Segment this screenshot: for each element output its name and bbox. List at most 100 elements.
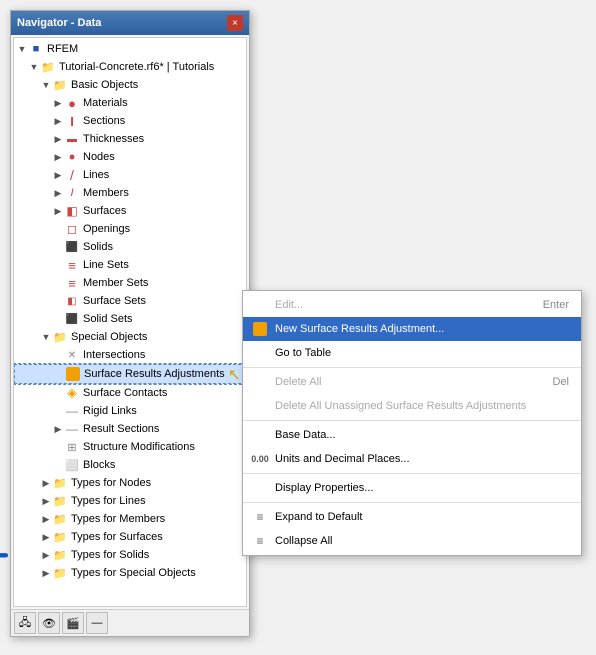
material-icon: ● [64,95,80,111]
line-icon: / [64,167,80,183]
goto-table-label: Go to Table [275,347,331,359]
members-label: Members [83,187,129,199]
special-objects-label: Special Objects [71,331,147,343]
tree-item-membersets[interactable]: ≡ Member Sets [14,274,246,292]
expander-structmod [52,441,64,453]
opening-icon: ◻ [64,221,80,237]
units-icon: 0.00 [251,450,269,468]
expander-types-special [40,567,52,579]
types-special-icon: 📁 [52,565,68,581]
toolbar-btn-render[interactable]: 🎬 [62,612,84,634]
tree-item-rfem[interactable]: ■ RFEM [14,40,246,58]
linesets-label: Line Sets [83,259,129,271]
ctx-item-goto-table[interactable]: Go to Table [243,341,581,365]
rigidlink-icon: — [64,403,80,419]
tree-item-special-objects[interactable]: Special Objects [14,328,246,346]
title-bar: Navigator - Data × [11,11,249,35]
blue-arrow: ➜ [0,535,10,577]
lineset-icon: ≡ [64,257,80,273]
tree-item-types-lines[interactable]: 📁 Types for Lines [14,492,246,510]
types-solids-label: Types for Solids [71,549,149,561]
tree-item-lines[interactable]: / Lines [14,166,246,184]
expander-types-surfaces [40,531,52,543]
expander-lines [52,169,64,181]
tree-item-resultsections[interactable]: — Result Sections [14,420,246,438]
types-surfaces-icon: 📁 [52,529,68,545]
sections-label: Sections [83,115,125,127]
tree-item-intersections[interactable]: ✕ Intersections [14,346,246,364]
ctx-item-collapse-all[interactable]: ≡ Collapse All [243,529,581,553]
tree-item-surfcontacts[interactable]: ◈ Surface Contacts [14,384,246,402]
delete-all-icon [251,373,269,391]
ctx-item-units[interactable]: 0.00 Units and Decimal Places... [243,447,581,471]
collapse-all-label: Collapse All [275,535,332,547]
close-button[interactable]: × [227,15,243,31]
base-data-icon [251,426,269,444]
lines-label: Lines [83,169,109,181]
expander-sections [52,115,64,127]
structmod-label: Structure Modifications [83,441,195,453]
tree-item-rigidlinks[interactable]: — Rigid Links [14,402,246,420]
rigidlinks-label: Rigid Links [83,405,137,417]
surface-icon: ◧ [64,203,80,219]
types-surfaces-label: Types for Surfaces [71,531,163,543]
surfcontacts-label: Surface Contacts [83,387,167,399]
expander-tutorial [28,61,40,73]
tree-item-linesets[interactable]: ≡ Line Sets [14,256,246,274]
display-props-icon [251,479,269,497]
ctx-item-edit[interactable]: Edit... Enter [243,293,581,317]
types-members-label: Types for Members [71,513,165,525]
types-solids-icon: 📁 [52,547,68,563]
ctx-item-delete-all[interactable]: Delete All Del [243,370,581,394]
ctx-item-delete-unassigned[interactable]: Delete All Unassigned Surface Results Ad… [243,394,581,418]
tree-item-types-nodes[interactable]: 📁 Types for Nodes [14,474,246,492]
new-surface-icon [251,320,269,338]
solidset-icon: ⬛ [64,311,80,327]
folder-icon-basic [52,77,68,93]
ctx-separator-3 [243,473,581,474]
ctx-item-new-surface[interactable]: New Surface Results Adjustment... [243,317,581,341]
toolbar-btn-visibility[interactable]: 👁 [38,612,60,634]
expander-resultsections [52,423,64,435]
tree-item-types-surfaces[interactable]: 📁 Types for Surfaces [14,528,246,546]
tree-item-types-special[interactable]: 📁 Types for Special Objects [14,564,246,582]
tree-item-materials[interactable]: ● Materials [14,94,246,112]
edit-shortcut: Enter [543,299,569,311]
thicknesses-label: Thicknesses [83,133,144,145]
tree-item-thicknesses[interactable]: ▬ Thicknesses [14,130,246,148]
ctx-item-display-props[interactable]: Display Properties... [243,476,581,500]
cursor-indicator: ↖ [228,365,241,385]
resultsection-icon: — [64,421,80,437]
tree-item-tutorial[interactable]: Tutorial-Concrete.rf6* | Tutorials [14,58,246,76]
toolbar-btn-navigator[interactable]: 🖧 [14,612,36,634]
expander-nodes [52,151,64,163]
expander-rigidlinks [52,405,64,417]
tree-item-nodes[interactable]: • Nodes [14,148,246,166]
tree-item-sections[interactable]: I Sections [14,112,246,130]
ctx-item-expand-default[interactable]: ≡ Expand to Default [243,505,581,529]
tree-item-members[interactable]: I Members [14,184,246,202]
tree-item-surfacesets[interactable]: ◧ Surface Sets [14,292,246,310]
materials-label: Materials [83,97,128,109]
ctx-item-base-data[interactable]: Base Data... [243,423,581,447]
tree-item-types-members[interactable]: 📁 Types for Members [14,510,246,528]
folder-icon-special [52,329,68,345]
tree-item-solidsets[interactable]: ⬛ Solid Sets [14,310,246,328]
tree-item-structmod[interactable]: ⊞ Structure Modifications [14,438,246,456]
tree-item-surfresults[interactable]: Surface Results Adjustments ↖ [14,364,246,384]
tree-item-surfaces[interactable]: ◧ Surfaces [14,202,246,220]
tree-item-openings[interactable]: ◻ Openings [14,220,246,238]
expander-thicknesses [52,133,64,145]
delete-all-label: Delete All [275,376,321,388]
expander-types-nodes [40,477,52,489]
types-nodes-label: Types for Nodes [71,477,151,489]
expander-rfem [16,43,28,55]
tree-item-types-solids[interactable]: 📁 Types for Solids [14,546,246,564]
display-props-label: Display Properties... [275,482,373,494]
thickness-icon: ▬ [64,131,80,147]
tree-item-basic-objects[interactable]: Basic Objects [14,76,246,94]
tree-item-blocks[interactable]: ⬜ Blocks [14,456,246,474]
rfem-label: RFEM [47,43,78,55]
toolbar-btn-separator[interactable]: — [86,612,108,634]
tree-item-solids[interactable]: ⬛ Solids [14,238,246,256]
